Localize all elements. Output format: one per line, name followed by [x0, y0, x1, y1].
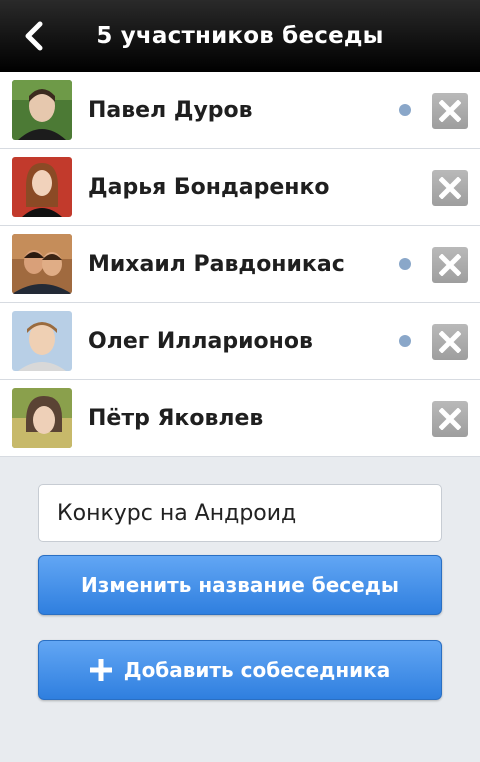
close-icon	[439, 100, 461, 122]
top-bar: 5 участников беседы	[0, 0, 480, 72]
rename-chat-label: Изменить название беседы	[81, 573, 399, 597]
chat-name-input[interactable]: Конкурс на Андроид	[38, 484, 442, 542]
remove-participant-button[interactable]	[432, 93, 468, 129]
plus-icon	[89, 659, 112, 681]
avatar[interactable]	[12, 388, 72, 448]
participant-row[interactable]: Павел Дуров	[0, 72, 480, 149]
close-icon	[439, 177, 461, 199]
remove-participant-button[interactable]	[432, 170, 468, 206]
rename-chat-button[interactable]: Изменить название беседы	[38, 555, 442, 615]
participant-row[interactable]: Пётр Яковлев	[0, 380, 480, 457]
close-icon	[439, 408, 461, 430]
participant-row[interactable]: Дарья Бондаренко	[0, 149, 480, 226]
online-status-dot	[399, 104, 411, 116]
participant-row[interactable]: Олег Илларионов	[0, 303, 480, 380]
page-title: 5 участников беседы	[96, 23, 384, 49]
participant-name: Пётр Яковлев	[88, 405, 264, 431]
participants-list: Павел Дуров Дарья Бондаренко Михаил Равд…	[0, 72, 480, 457]
participant-row[interactable]: Михаил Равдоникас	[0, 226, 480, 303]
avatar[interactable]	[12, 311, 72, 371]
participant-name: Павел Дуров	[88, 97, 253, 123]
participant-name: Михаил Равдоникас	[88, 251, 345, 277]
avatar[interactable]	[12, 80, 72, 140]
participant-name: Олег Илларионов	[88, 328, 313, 354]
remove-participant-button[interactable]	[432, 324, 468, 360]
close-icon	[439, 331, 461, 353]
remove-participant-button[interactable]	[432, 401, 468, 437]
avatar[interactable]	[12, 157, 72, 217]
close-icon	[439, 254, 461, 276]
avatar[interactable]	[12, 234, 72, 294]
online-status-dot	[399, 258, 411, 270]
online-status-dot	[399, 335, 411, 347]
add-participant-button[interactable]: Добавить собеседника	[38, 640, 442, 700]
add-participant-label: Добавить собеседника	[123, 658, 391, 682]
remove-participant-button[interactable]	[432, 247, 468, 283]
participant-name: Дарья Бондаренко	[88, 174, 330, 200]
